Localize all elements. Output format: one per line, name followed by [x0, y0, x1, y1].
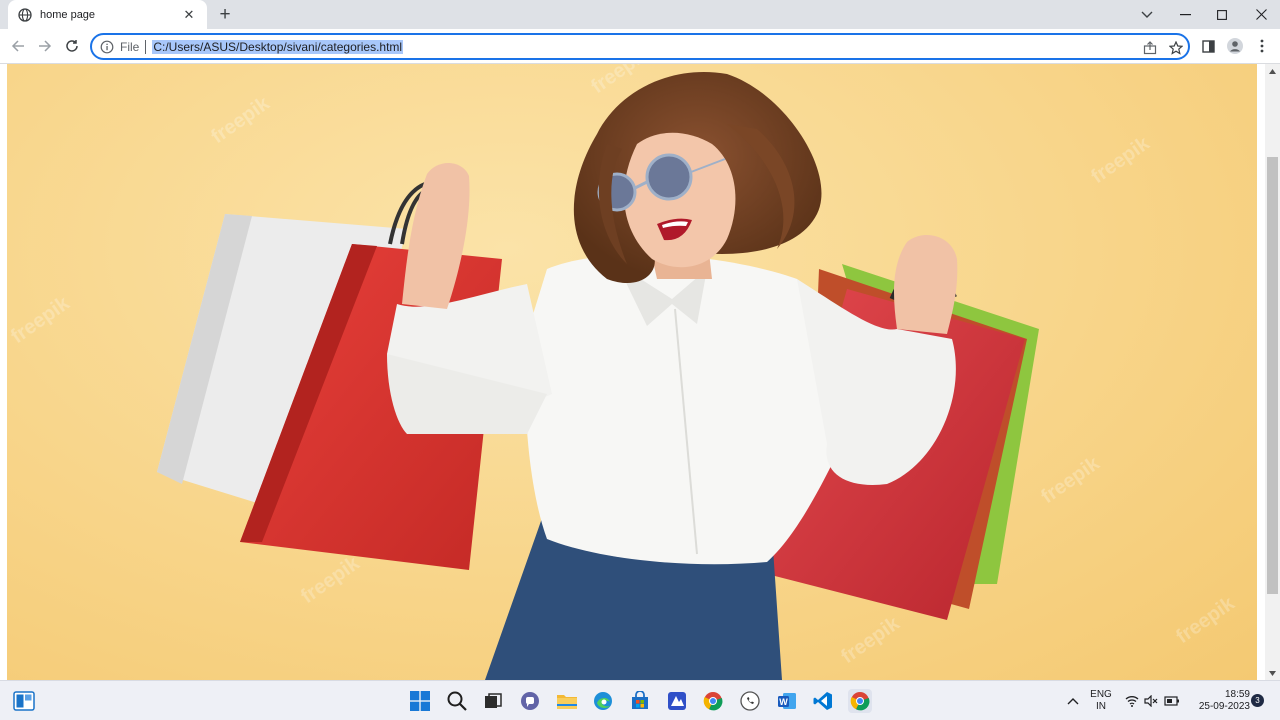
- address-bar[interactable]: File C:/Users/ASUS/Desktop/sivani/catego…: [90, 33, 1190, 60]
- share-icon[interactable]: [1142, 40, 1158, 56]
- profile-avatar-icon[interactable]: [1227, 38, 1243, 54]
- side-panel-icon[interactable]: [1200, 38, 1216, 54]
- notification-badge[interactable]: 3: [1251, 694, 1264, 707]
- chevron-up-icon[interactable]: [1061, 689, 1085, 713]
- tab-title: home page: [40, 8, 96, 21]
- system-clock[interactable]: 18:59 25-09-2023: [1188, 689, 1250, 713]
- svg-text:freepik: freepik: [297, 552, 364, 608]
- maximize-button[interactable]: [1203, 0, 1241, 29]
- globe-icon: [18, 7, 32, 22]
- menu-kebab-icon[interactable]: [1254, 38, 1270, 54]
- whatsapp-icon[interactable]: [738, 689, 762, 713]
- minimize-button[interactable]: [1166, 0, 1204, 29]
- svg-text:freepik: freepik: [1037, 452, 1104, 508]
- svg-text:freepik: freepik: [1087, 132, 1154, 188]
- site-info-icon[interactable]: [100, 40, 114, 54]
- scroll-up-arrow-icon[interactable]: [1265, 64, 1280, 78]
- browser-toolbar: File C:/Users/ASUS/Desktop/sivani/catego…: [0, 29, 1280, 64]
- scroll-down-arrow-icon[interactable]: [1265, 666, 1280, 680]
- browser-titlebar: home page ✕ +: [0, 0, 1280, 29]
- reload-icon[interactable]: [61, 35, 83, 57]
- store-icon[interactable]: [628, 689, 652, 713]
- search-icon[interactable]: [445, 689, 469, 713]
- wifi-icon[interactable]: [1124, 689, 1140, 713]
- windows-taskbar: W ENG IN 18:59 25-09-2023: [0, 680, 1280, 720]
- omnibox-divider: [145, 39, 147, 54]
- svg-text:freepik: freepik: [837, 612, 904, 668]
- browser-tab-home-page[interactable]: home page ✕: [8, 0, 207, 29]
- chrome-icon[interactable]: [701, 689, 725, 713]
- task-view-icon[interactable]: [481, 689, 505, 713]
- close-window-button[interactable]: [1242, 0, 1280, 29]
- teams-chat-icon[interactable]: [518, 689, 542, 713]
- page-viewport: freepik freepik freepik freepik freepik …: [0, 64, 1265, 680]
- file-explorer-icon[interactable]: [555, 689, 579, 713]
- bookmark-star-icon[interactable]: [1168, 40, 1184, 56]
- chrome-active-icon[interactable]: [848, 689, 872, 713]
- tab-search-chevron-down-icon[interactable]: [1128, 0, 1166, 29]
- clock-date: 25-09-2023: [1198, 701, 1250, 712]
- widgets-icon[interactable]: [12, 689, 36, 713]
- word-icon[interactable]: W: [775, 689, 799, 713]
- battery-icon[interactable]: [1163, 689, 1181, 713]
- hero-shopping-image: freepik freepik freepik freepik freepik …: [7, 64, 1257, 680]
- language-indicator[interactable]: ENG IN: [1088, 689, 1114, 713]
- shopping-woman-illustration: freepik freepik freepik freepik freepik …: [7, 64, 1239, 680]
- scrollbar-thumb[interactable]: [1267, 157, 1278, 594]
- scheme-label: File: [120, 39, 140, 54]
- svg-text:freepik: freepik: [207, 92, 274, 148]
- vscode-icon[interactable]: [811, 689, 835, 713]
- svg-text:freepik: freepik: [7, 292, 74, 348]
- forward-arrow-icon[interactable]: [34, 35, 56, 57]
- language-region: IN: [1096, 701, 1106, 712]
- svg-text:W: W: [779, 697, 788, 707]
- language-code: ENG: [1090, 689, 1112, 700]
- new-tab-button[interactable]: +: [214, 4, 236, 26]
- tab-close-icon[interactable]: ✕: [181, 7, 197, 23]
- edge-icon[interactable]: [591, 689, 615, 713]
- clock-time: 18:59: [1224, 689, 1250, 700]
- svg-text:freepik: freepik: [1172, 592, 1239, 648]
- photos-icon[interactable]: [665, 689, 689, 713]
- back-arrow-icon[interactable]: [7, 35, 29, 57]
- url-text[interactable]: C:/Users/ASUS/Desktop/sivani/categories.…: [152, 39, 404, 54]
- page-scrollbar[interactable]: [1265, 64, 1280, 680]
- start-icon[interactable]: [408, 689, 432, 713]
- volume-muted-icon[interactable]: [1143, 689, 1159, 713]
